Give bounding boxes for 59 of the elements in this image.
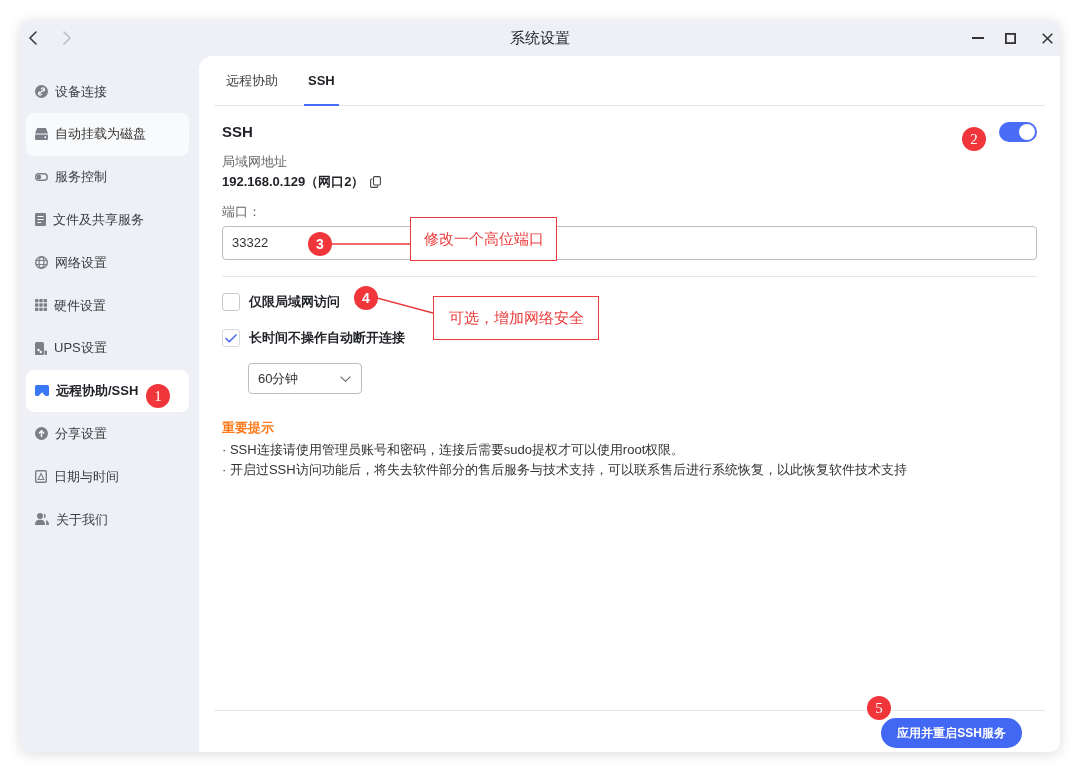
sidebar-item-label: 分享设置 — [55, 425, 107, 443]
field-label: 局域网地址 — [222, 153, 288, 171]
window-title: 系统设置 — [510, 27, 570, 48]
sidebar-item[interactable]: 设备连接 — [26, 70, 189, 113]
globe-icon — [35, 256, 48, 270]
callout-line — [377, 297, 433, 314]
sidebar-item[interactable]: 日期与时间 — [26, 455, 189, 498]
notice-text: · SSH连接请使用管理员账号和密码，连接后需要sudo提权才可以使用root权限。 — [222, 441, 686, 459]
sidebar-item[interactable]: 自动挂载为磁盘 — [26, 112, 189, 156]
apply-button[interactable]: 应用并重启SSH服务 — [881, 718, 1022, 748]
sidebar-item[interactable]: 硬件设置 — [26, 284, 189, 327]
checkbox[interactable] — [222, 329, 240, 347]
sidebar-item-label: 文件及共享服务 — [53, 211, 144, 230]
sidebar-item[interactable]: 关于我们 — [26, 497, 189, 541]
monitor-icon — [35, 385, 49, 397]
sidebar-item[interactable]: UPS设置 — [26, 326, 189, 370]
sidebar-item-label: 网络设置 — [55, 253, 107, 272]
document-icon — [35, 213, 46, 227]
sidebar-item-label: UPS设置 — [54, 339, 107, 358]
checkmark-icon — [225, 333, 237, 343]
sidebar-item-label: 设备连接 — [55, 82, 107, 101]
sidebar-item-label: 服务控制 — [55, 168, 107, 187]
maximize-icon[interactable] — [1005, 32, 1016, 44]
sidebar-item-label: 关于我们 — [56, 510, 108, 529]
grid-icon — [35, 299, 47, 312]
users-icon — [35, 513, 49, 526]
battery-icon — [35, 341, 47, 355]
checkbox[interactable] — [222, 293, 240, 311]
sidebar-item[interactable]: 文件及共享服务 — [26, 198, 189, 242]
ssh-toggle[interactable] — [999, 122, 1037, 142]
sidebar-item-label: 自动挂载为磁盘 — [55, 125, 146, 144]
tab[interactable]: SSH — [304, 56, 339, 106]
sidebar-item-label: 硬件设置 — [54, 296, 106, 315]
timeout-dropdown[interactable]: 60分钟 — [248, 363, 362, 394]
notice-title: 重要提示 — [222, 419, 275, 437]
tab[interactable]: 远程协助 — [222, 56, 282, 106]
checkbox-label: 仅限局域网访问 — [249, 293, 340, 312]
calendar-icon — [35, 470, 47, 484]
chevron-left-icon[interactable] — [29, 31, 37, 45]
sidebar-item-label: 日期与时间 — [54, 467, 119, 486]
upload-circle-icon — [35, 427, 48, 441]
callout-note: 可选，增加网络安全 — [433, 296, 599, 340]
close-icon[interactable] — [1042, 32, 1053, 44]
toggle-knob-icon — [1019, 124, 1035, 140]
checkbox-label: 长时间不操作自动断开连接 — [249, 329, 405, 348]
copy-icon[interactable] — [370, 176, 382, 188]
sidebar-item[interactable]: 网络设置 — [26, 241, 189, 284]
section-title: SSH — [222, 121, 253, 142]
callout-note: 修改一个高位端口 — [410, 217, 557, 261]
sidebar-item[interactable]: 服务控制 — [26, 155, 189, 199]
sidebar-item-label: 远程协助/SSH — [56, 382, 139, 401]
link-circle-icon — [35, 84, 48, 98]
sidebar-item[interactable]: 分享设置 — [26, 412, 189, 456]
drive-icon — [35, 128, 48, 141]
chevron-down-icon — [340, 375, 351, 382]
lan-address: 192.168.0.129（网口2） — [222, 173, 365, 191]
notice-text: · 开启过SSH访问功能后，将失去软件部分的售后服务与技术支持，可以联系售后进行系统恢复，以此恢复软件技术支持 — [222, 461, 908, 479]
toggle-icon — [35, 173, 48, 181]
field-label: 端口： — [222, 203, 262, 221]
